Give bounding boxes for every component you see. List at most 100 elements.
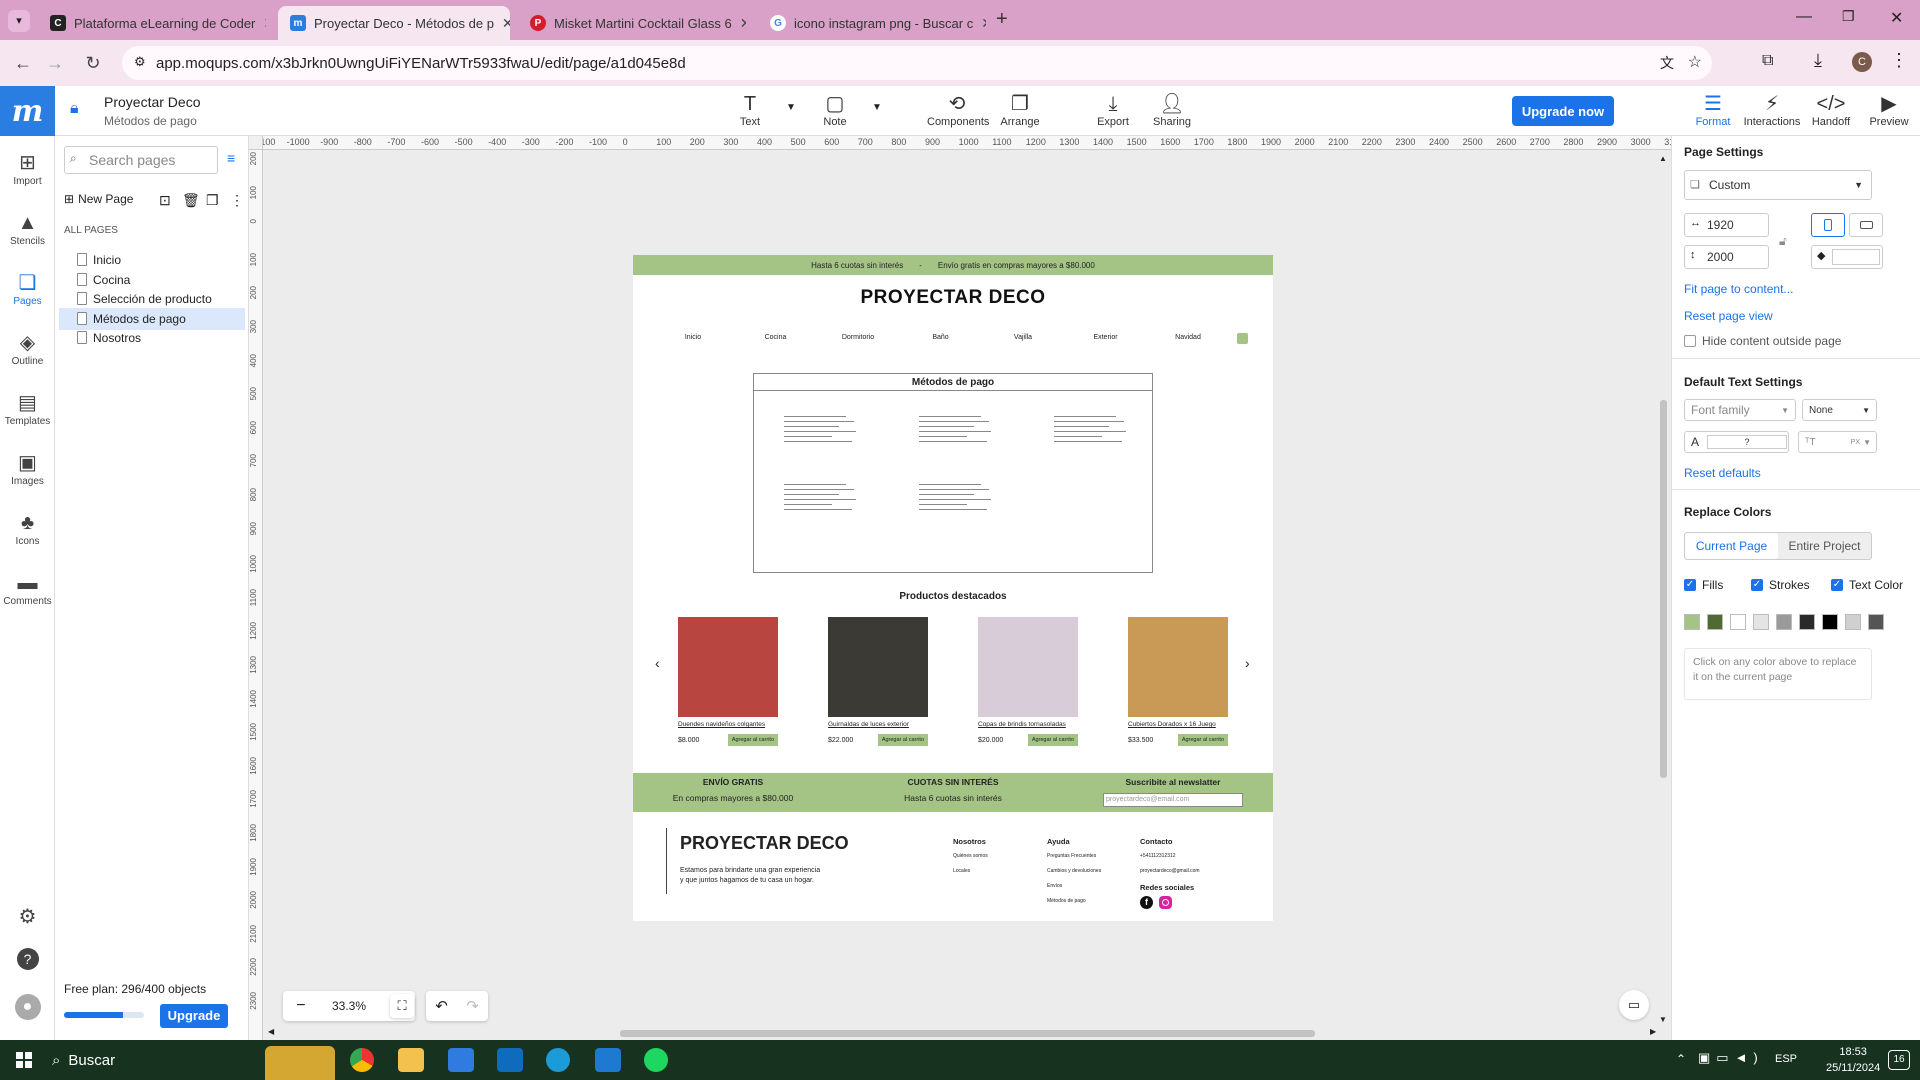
portrait-orientation-button[interactable] (1811, 213, 1845, 237)
current-page-tab[interactable]: Current Page (1685, 533, 1778, 559)
page-list-item[interactable]: Nosotros (59, 327, 245, 349)
language-indicator[interactable]: ESP (1775, 1053, 1797, 1065)
text-color-field[interactable]: A ? (1684, 431, 1789, 453)
comments-bubble-button[interactable]: ▭ (1619, 990, 1649, 1020)
font-family-select[interactable]: Font family ▼ (1684, 399, 1796, 421)
extensions-icon[interactable]: ⧉ (1762, 52, 1773, 70)
page-height-field[interactable]: 2000 (1684, 245, 1769, 269)
text-color-checkbox[interactable]: ✓ (1831, 579, 1843, 591)
carousel-prev-icon[interactable]: ‹ (655, 655, 660, 671)
site-info-icon[interactable]: ⚙ (134, 54, 146, 70)
rail-images[interactable]: ▣ Images (0, 450, 55, 487)
cart-bag-icon[interactable] (1237, 333, 1248, 344)
newsletter-email-input[interactable]: proyectardeco@email.com (1103, 793, 1243, 807)
profile-avatar[interactable]: C (1852, 52, 1872, 72)
add-to-cart-button[interactable]: Agregar al carrito (1027, 734, 1078, 746)
entire-project-tab[interactable]: Entire Project (1778, 533, 1871, 559)
payment-method-placeholder[interactable] (784, 416, 856, 446)
zoom-out-icon[interactable]: − (296, 997, 305, 1015)
export-button[interactable]: ⤓ Export (1083, 92, 1143, 128)
mockup-nav-link[interactable]: Vajilla (993, 334, 1053, 341)
rail-stencils[interactable]: ▲ Stencils (0, 210, 55, 247)
mockup-nav-link[interactable]: Navidad (1158, 334, 1218, 341)
font-size-field[interactable]: ᵀT PX ▼ (1798, 431, 1877, 453)
add-to-cart-button[interactable]: Agregar al carrito (877, 734, 928, 746)
translate-icon[interactable]: 文 (1660, 53, 1674, 73)
strokes-checkbox[interactable]: ✓ (1751, 579, 1763, 591)
forward-arrow-icon[interactable]: → (40, 48, 70, 78)
rail-outline[interactable]: ◈ Outline (0, 330, 55, 367)
footer-link[interactable]: Envíos (1047, 883, 1101, 889)
fit-screen-button[interactable]: ⛶ (390, 994, 414, 1018)
preview-button[interactable]: ▶ Preview (1859, 92, 1919, 128)
text-tool-button[interactable]: T Text (720, 92, 780, 128)
product-image[interactable] (678, 617, 778, 717)
upgrade-button[interactable]: Upgrade (160, 1004, 228, 1028)
browser-tab[interactable]: G icono instagram png - Buscar c ✕ (758, 6, 986, 40)
chrome-app-icon[interactable] (350, 1048, 374, 1072)
note-tool-button[interactable]: ▢ Note (805, 92, 865, 128)
browser-tab-active[interactable]: m Proyectar Deco - Métodos de p ✕ (278, 6, 510, 40)
redo-icon[interactable]: ↷ (466, 997, 479, 1015)
project-name[interactable]: Proyectar Deco (104, 94, 200, 110)
interactions-tab[interactable]: ⚡︎ Interactions (1742, 92, 1802, 128)
file-explorer-icon[interactable] (398, 1048, 424, 1072)
landscape-orientation-button[interactable] (1849, 213, 1883, 237)
color-swatch[interactable] (1845, 614, 1861, 630)
color-swatch[interactable] (1707, 614, 1723, 630)
product-card[interactable]: Copas de brindis tornasoladas $20.000 Agre… (978, 617, 1078, 746)
color-swatch[interactable] (1776, 614, 1792, 630)
fit-page-link[interactable]: Fit page to content... (1684, 282, 1793, 296)
new-page-button[interactable]: ⊞ New Page (64, 192, 133, 206)
rail-pages[interactable]: ❏ Pages (0, 270, 55, 307)
product-card[interactable]: Duendes navideños colgantes $8.000 Agregar… (678, 617, 778, 746)
product-card[interactable]: Cubiertos Dorados x 16 Juego $33.500 Agreg… (1128, 617, 1228, 746)
footer-link[interactable]: Locales (953, 868, 988, 874)
duplicate-page-icon[interactable]: ❐ (206, 192, 219, 209)
brand-title[interactable]: PROYECTAR DECO (633, 287, 1273, 309)
instagram-icon[interactable] (1159, 896, 1172, 909)
canvas-horizontal-scrollbar[interactable] (620, 1030, 1315, 1037)
lock-icon[interactable]: 🔒︎ (70, 100, 79, 118)
product-image[interactable] (1128, 617, 1228, 717)
add-to-cart-button[interactable]: Agregar al carrito (727, 734, 778, 746)
product-image[interactable] (828, 617, 928, 717)
more-options-icon[interactable]: ⋮ (230, 192, 244, 209)
color-swatch[interactable] (1753, 614, 1769, 630)
font-style-select[interactable]: None ▼ (1802, 399, 1877, 421)
url-field[interactable]: ⚙ app.moqups.com/x3bJrkn0UwngUiFiYENarWT… (122, 46, 1712, 80)
product-name[interactable]: Copas de brindis tornasoladas (978, 721, 1078, 728)
product-image[interactable] (978, 617, 1078, 717)
scroll-up-arrow-icon[interactable]: ▲ (1659, 154, 1667, 163)
settings-gear-icon[interactable]: ⚙ (0, 904, 55, 930)
hide-outside-checkbox[interactable] (1684, 335, 1696, 347)
browser-tab[interactable]: C Plataforma eLearning de Coder ✕ (38, 6, 266, 40)
canvas-vertical-scrollbar[interactable] (1660, 400, 1667, 778)
payment-methods-box[interactable]: Métodos de pago (753, 373, 1153, 573)
payment-method-placeholder[interactable] (784, 484, 856, 514)
windows-start-icon[interactable] (16, 1052, 32, 1068)
payment-method-placeholder[interactable] (1054, 416, 1126, 446)
undo-icon[interactable]: ↶ (435, 997, 448, 1015)
fills-checkbox[interactable]: ✓ (1684, 579, 1696, 591)
zoom-level[interactable]: 33.3% (332, 999, 366, 1013)
mockup-page[interactable]: Hasta 6 cuotas sin interés - Envío grati… (633, 255, 1273, 921)
footer-link[interactable]: Métodos de pago (1047, 898, 1101, 904)
filter-icon[interactable]: ≡ (227, 150, 235, 166)
clock[interactable]: 18:53 25/11/2024 (1826, 1044, 1880, 1076)
moqups-logo[interactable]: m (0, 86, 55, 136)
upgrade-now-button[interactable]: Upgrade now (1512, 96, 1614, 126)
search-pages-input[interactable]: Search pages (64, 146, 218, 174)
rail-icons[interactable]: ♣ Icons (0, 510, 55, 547)
carousel-next-icon[interactable]: › (1245, 655, 1250, 671)
delete-page-icon[interactable]: 🗑︎ (182, 192, 200, 209)
taskbar-search[interactable]: ⌕ Buscar (52, 1046, 252, 1074)
browser-tab[interactable]: P Misket Martini Cocktail Glass 6 ✕ (518, 6, 746, 40)
close-tab-icon[interactable]: ✕ (740, 15, 746, 32)
format-tab[interactable]: ☰ Format (1683, 92, 1743, 128)
color-swatch[interactable] (1868, 614, 1884, 630)
footer-link[interactable]: Preguntas Frecuentes (1047, 853, 1101, 859)
product-name[interactable]: Duendes navideños colgantes (678, 721, 778, 728)
mockup-nav-link[interactable]: Cocina (746, 334, 806, 341)
lock-ratio-icon[interactable]: 🔓︎ (1779, 234, 1787, 249)
